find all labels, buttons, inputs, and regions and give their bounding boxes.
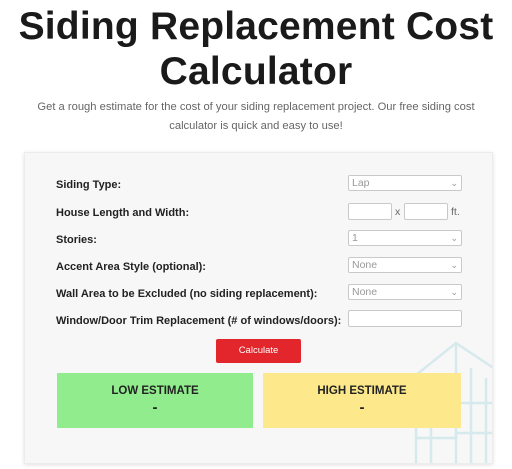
- page-subtitle: Get a rough estimate for the cost of you…: [37, 101, 475, 132]
- calculator-panel: Siding Type: Lap ⌄ House Length and Widt…: [24, 152, 493, 464]
- high-estimate-box: HIGH ESTIMATE -: [263, 373, 461, 428]
- trim-label: Window/Door Trim Replacement (# of windo…: [56, 315, 342, 327]
- stories-value: 1: [352, 232, 358, 244]
- low-estimate-label: LOW ESTIMATE: [111, 385, 199, 397]
- siding-type-select[interactable]: Lap ⌄: [348, 175, 462, 191]
- high-estimate-value: -: [359, 399, 365, 416]
- dimension-unit: ft.: [451, 206, 460, 218]
- wall-excluded-select[interactable]: None ⌄: [348, 284, 462, 300]
- house-length-input[interactable]: [348, 203, 392, 220]
- house-width-input[interactable]: [404, 203, 448, 220]
- page-title: Siding Replacement Cost Calculator: [18, 5, 494, 93]
- trim-count-input[interactable]: [348, 310, 462, 327]
- accent-style-value: None: [352, 259, 378, 271]
- chevron-down-icon: ⌄: [450, 233, 458, 243]
- stories-select[interactable]: 1 ⌄: [348, 230, 462, 246]
- high-estimate-label: HIGH ESTIMATE: [317, 385, 407, 397]
- wall-excluded-label: Wall Area to be Excluded (no siding repl…: [56, 288, 318, 300]
- accent-style-label: Accent Area Style (optional):: [56, 261, 206, 273]
- accent-style-select[interactable]: None ⌄: [348, 257, 462, 273]
- chevron-down-icon: ⌄: [450, 178, 458, 188]
- stories-label: Stories:: [56, 234, 97, 246]
- low-estimate-box: LOW ESTIMATE -: [57, 373, 253, 428]
- siding-type-label: Siding Type:: [56, 179, 122, 191]
- wall-excluded-value: None: [352, 286, 378, 298]
- chevron-down-icon: ⌄: [450, 260, 458, 270]
- house-dimensions-label: House Length and Width:: [56, 207, 190, 219]
- low-estimate-value: -: [152, 399, 158, 416]
- siding-type-value: Lap: [352, 177, 370, 189]
- dimension-separator: x: [395, 206, 401, 218]
- chevron-down-icon: ⌄: [450, 287, 458, 297]
- calculate-button[interactable]: Calculate: [216, 339, 301, 363]
